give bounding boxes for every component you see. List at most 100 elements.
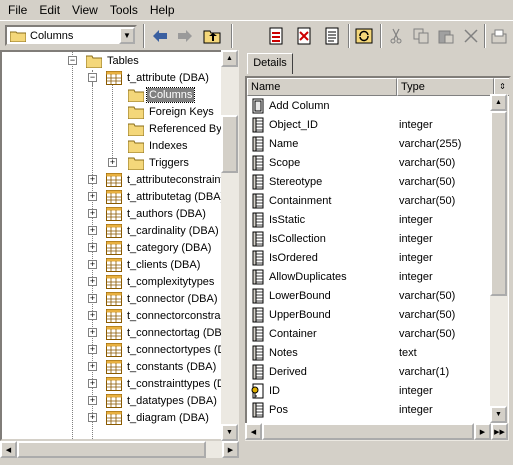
tree-node-triggers[interactable]: + Triggers (108, 154, 191, 171)
column-row[interactable]: Object_ID integer (247, 115, 507, 134)
scroll-up-button[interactable]: ▲ (490, 94, 507, 111)
menu-edit[interactable]: Edit (33, 1, 66, 19)
panel-splitter[interactable] (239, 50, 244, 465)
column-row[interactable]: Containment varchar(50) (247, 191, 507, 210)
tree-node-table[interactable]: + t_attributeconstraints (88, 171, 231, 188)
column-row[interactable]: Derived varchar(1) (247, 362, 507, 381)
columns-grid[interactable]: Name Type ⇕ Add Column Object_ID integer N… (245, 76, 511, 441)
tree-node-indexes[interactable]: Indexes (128, 137, 190, 154)
menu-view[interactable]: View (66, 1, 104, 19)
tree-vertical-scrollbar[interactable]: ▲ ▼ (221, 50, 239, 441)
scroll-left-button[interactable]: ◀ (245, 423, 262, 440)
expand-icon[interactable]: + (88, 345, 97, 354)
tree-node-table[interactable]: + t_connector (DBA) (88, 290, 219, 307)
cut-button[interactable] (384, 24, 408, 48)
scrollbar-thumb[interactable] (17, 441, 206, 458)
menu-file[interactable]: File (2, 1, 33, 19)
tree-node-table[interactable]: + t_category (DBA) (88, 239, 213, 256)
scrollbar-track[interactable] (221, 50, 239, 441)
column-header-type[interactable]: Type (397, 78, 494, 96)
column-row[interactable]: Container varchar(50) (247, 324, 507, 343)
column-header-name[interactable]: Name (247, 78, 397, 96)
expand-icon[interactable]: + (108, 158, 117, 167)
tree-node-columns[interactable]: Columns (128, 86, 196, 103)
column-row[interactable]: Stereotype varchar(50) (247, 172, 507, 191)
tree-node-table[interactable]: + t_diagram (DBA) (88, 409, 211, 426)
scroll-down-button[interactable]: ▼ (221, 424, 238, 441)
grid-horizontal-scrollbar[interactable]: ◀ ▶ ▶▶ (245, 423, 509, 441)
options-button[interactable] (487, 24, 511, 48)
scroll-down-button[interactable]: ▼ (490, 406, 507, 423)
collapse-icon[interactable]: − (68, 56, 77, 65)
column-row[interactable]: UpperBound varchar(50) (247, 305, 507, 324)
tree-node-table[interactable]: + t_connectortag (DBA) (88, 324, 235, 341)
scroll-right-button[interactable]: ▶ (474, 423, 491, 440)
column-row[interactable]: Scope varchar(50) (247, 153, 507, 172)
expand-icon[interactable]: + (88, 209, 97, 218)
refresh-button[interactable] (352, 24, 376, 48)
tree-node-foreign-keys[interactable]: Foreign Keys (128, 103, 216, 120)
expand-icon[interactable]: + (88, 328, 97, 337)
tree-node-table[interactable]: − t_attribute (DBA) (88, 69, 211, 86)
expand-icon[interactable]: + (88, 243, 97, 252)
forward-button[interactable] (173, 24, 197, 48)
tree-node-table[interactable]: + t_connectortypes (DBA) (88, 341, 237, 358)
tree-node-table[interactable]: + t_attributetag (DBA) (88, 188, 226, 205)
column-row[interactable]: ID integer (247, 381, 507, 400)
tree-node-table[interactable]: + t_clients (DBA) (88, 256, 202, 273)
up-level-button[interactable] (200, 24, 224, 48)
new-object-button[interactable] (264, 24, 288, 48)
menu-help[interactable]: Help (144, 1, 181, 19)
delete-object-button[interactable] (292, 24, 316, 48)
tree-horizontal-scrollbar[interactable]: ◀ ▶ (0, 441, 239, 458)
scrollbar-thumb[interactable] (221, 115, 238, 173)
tree-node-table[interactable]: + t_authors (DBA) (88, 205, 208, 222)
copy-button[interactable] (409, 24, 433, 48)
column-row[interactable]: Pos integer (247, 400, 507, 419)
tree-node-table[interactable]: + t_complexitytypes (88, 273, 216, 290)
column-row[interactable]: LowerBound varchar(50) (247, 286, 507, 305)
combo-dropdown-button[interactable]: ▼ (119, 27, 135, 44)
paste-button[interactable] (434, 24, 458, 48)
expand-icon[interactable]: + (88, 192, 97, 201)
scroll-up-button[interactable]: ▲ (221, 50, 238, 67)
expand-icon[interactable]: + (88, 175, 97, 184)
scrollbar-thumb[interactable] (262, 423, 474, 440)
tree-node-table[interactable]: + t_constrainttypes (DBA) (88, 375, 237, 392)
expand-icon[interactable]: + (88, 413, 97, 422)
tree-node-table[interactable]: + t_constants (DBA) (88, 358, 218, 375)
menu-tools[interactable]: Tools (104, 1, 144, 19)
object-tree[interactable]: − Tables − t_attribute (DBA) Columns For… (0, 50, 239, 441)
expand-icon[interactable]: + (88, 260, 97, 269)
column-row[interactable]: Notes text (247, 343, 507, 362)
expand-icon[interactable]: + (88, 311, 97, 320)
column-row[interactable]: IsOrdered integer (247, 248, 507, 267)
expand-icon[interactable]: + (88, 226, 97, 235)
scroll-left-button[interactable]: ◀ (0, 441, 17, 458)
expand-icon[interactable]: + (88, 294, 97, 303)
expand-icon[interactable]: + (88, 277, 97, 286)
column-row[interactable]: IsCollection integer (247, 229, 507, 248)
expand-icon[interactable]: + (88, 362, 97, 371)
tree-node-table[interactable]: + t_datatypes (DBA) (88, 392, 219, 409)
tree-node-table[interactable]: + t_cardinality (DBA) (88, 222, 221, 239)
column-row[interactable]: Name varchar(255) (247, 134, 507, 153)
back-button[interactable] (148, 24, 172, 48)
tree-node-table[interactable]: + t_connectorconstraints (88, 307, 237, 324)
add-column-row[interactable]: Add Column (247, 96, 397, 115)
expand-icon[interactable]: + (88, 379, 97, 388)
scroll-right-button[interactable]: ▶ (222, 441, 239, 458)
collapse-icon[interactable]: − (88, 73, 97, 82)
expand-icon[interactable]: + (88, 396, 97, 405)
scroll-end-button[interactable]: ▶▶ (491, 423, 508, 440)
tree-node-tables[interactable]: − Tables (68, 52, 141, 69)
delete-button[interactable] (459, 24, 483, 48)
object-type-combo[interactable]: Columns ▼ (5, 25, 137, 46)
properties-button[interactable] (320, 24, 344, 48)
scrollbar-thumb[interactable] (490, 111, 507, 296)
grid-vertical-scrollbar[interactable]: ▲ ▼ (490, 94, 508, 441)
column-row[interactable]: AllowDuplicates integer (247, 267, 507, 286)
column-row[interactable]: IsStatic integer (247, 210, 507, 229)
tree-node-referenced-by[interactable]: Referenced By (128, 120, 224, 137)
tab-details[interactable]: Details (247, 53, 293, 74)
